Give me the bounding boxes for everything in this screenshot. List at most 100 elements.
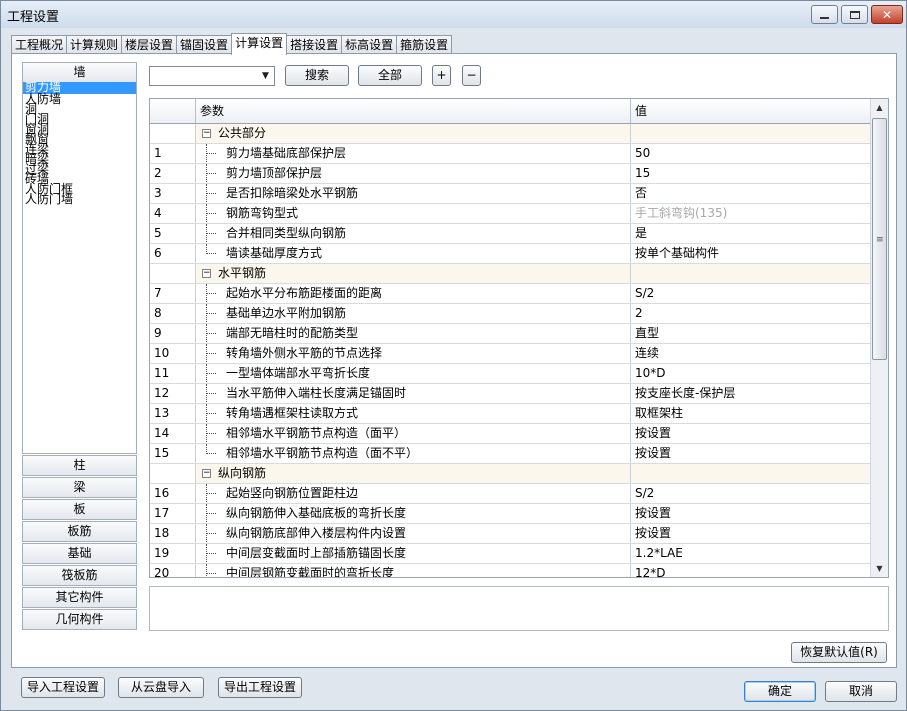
export-settings-button[interactable]: 导出工程设置 xyxy=(218,677,302,698)
table-row[interactable]: 2 剪力墙顶部保护层 15 xyxy=(150,164,870,184)
table-row[interactable]: 17 纵向钢筋伸入基础底板的弯折长度 按设置 xyxy=(150,504,870,524)
scroll-up-icon[interactable]: ▲ xyxy=(871,99,888,116)
table-row[interactable]: 15 相邻墙水平钢筋节点构造（面不平） 按设置 xyxy=(150,444,870,464)
collapse-icon[interactable]: − xyxy=(202,129,211,138)
table-row[interactable]: 12 当水平筋伸入端柱长度满足锚固时 按支座长度-保护层 xyxy=(150,384,870,404)
value-cell[interactable]: 按设置 xyxy=(631,444,870,463)
value-cell[interactable]: 连续 xyxy=(631,344,870,363)
collapse-all-button[interactable]: − xyxy=(462,65,481,86)
value-cell[interactable]: 否 xyxy=(631,184,870,203)
value-cell[interactable]: 按设置 xyxy=(631,524,870,543)
value-cell[interactable]: S/2 xyxy=(631,484,870,503)
value-cell[interactable]: 手工斜弯钩(135) xyxy=(631,204,870,223)
tree-line xyxy=(206,353,216,354)
scrollbar-thumb[interactable]: ≡ xyxy=(872,118,887,360)
header-param[interactable]: 参数 xyxy=(196,99,631,123)
row-number: 11 xyxy=(150,364,196,383)
category-button[interactable]: 梁 xyxy=(22,477,137,498)
table-row[interactable]: 16 起始竖向钢筋位置距柱边 S/2 xyxy=(150,484,870,504)
import-settings-button[interactable]: 导入工程设置 xyxy=(21,677,105,698)
table-row[interactable]: 20 中间层钢筋变截面时的弯折长度 12*D xyxy=(150,564,870,577)
value-cell[interactable]: 12*D xyxy=(631,564,870,577)
tab-6[interactable]: 标高设置 xyxy=(341,35,398,55)
group-row[interactable]: − 公共部分 xyxy=(150,124,870,144)
tab-5[interactable]: 搭接设置 xyxy=(286,35,343,55)
table-row[interactable]: 19 中间层变截面时上部插筋锚固长度 1.2*LAE xyxy=(150,544,870,564)
tree-line xyxy=(206,333,216,334)
tab-7[interactable]: 箍筋设置 xyxy=(396,35,453,55)
table-row[interactable]: 18 纵向钢筋底部伸入楼层构件内设置 按设置 xyxy=(150,524,870,544)
table-row[interactable]: 7 起始水平分布筋距楼面的距离 S/2 xyxy=(150,284,870,304)
tree-line xyxy=(206,213,216,214)
group-row[interactable]: − 水平钢筋 xyxy=(150,264,870,284)
category-header-wall[interactable]: 墙 xyxy=(22,62,137,83)
value-cell[interactable]: 15 xyxy=(631,164,870,183)
grid-scrollbar[interactable]: ▲ ≡ ▼ xyxy=(870,99,888,577)
cloud-import-button[interactable]: 从云盘导入 xyxy=(118,677,204,698)
param-cell: 墙读基础厚度方式 xyxy=(196,244,631,263)
search-button[interactable]: 搜索 xyxy=(285,65,349,86)
title-bar[interactable]: 工程设置 ✕ xyxy=(1,1,906,28)
close-button[interactable]: ✕ xyxy=(871,5,903,24)
tab-0[interactable]: 工程概况 xyxy=(11,35,68,55)
row-number: 14 xyxy=(150,424,196,443)
value-cell[interactable]: S/2 xyxy=(631,284,870,303)
wall-subcategory-list[interactable]: 剪力墙 人防墙洞门洞 窗洞 飘窗 连梁 暗梁 过梁 砖墙 人防门框 人防门墙 xyxy=(22,82,137,454)
value-cell[interactable]: 按支座长度-保护层 xyxy=(631,384,870,403)
subcategory-item[interactable]: 人防墙 xyxy=(23,93,136,105)
value-cell xyxy=(631,464,870,483)
value-cell[interactable]: 取框架柱 xyxy=(631,404,870,423)
tree-line xyxy=(206,573,216,574)
category-button[interactable]: 柱 xyxy=(22,455,137,476)
category-button[interactable]: 板筋 xyxy=(22,521,137,542)
chevron-down-icon[interactable]: ▼ xyxy=(258,68,273,84)
collapse-icon[interactable]: − xyxy=(202,469,211,478)
value-cell[interactable]: 10*D xyxy=(631,364,870,383)
scroll-down-icon[interactable]: ▼ xyxy=(871,560,888,577)
group-row[interactable]: − 纵向钢筋 xyxy=(150,464,870,484)
category-button[interactable]: 其它构件 xyxy=(22,587,137,608)
table-row[interactable]: 9 端部无暗柱时的配筋类型 直型 xyxy=(150,324,870,344)
maximize-button[interactable] xyxy=(841,5,868,24)
category-button[interactable]: 基础 xyxy=(22,543,137,564)
ok-button[interactable]: 确定 xyxy=(744,681,816,702)
value-cell[interactable]: 按设置 xyxy=(631,504,870,523)
header-value[interactable]: 值 xyxy=(631,99,870,123)
minimize-button[interactable] xyxy=(811,5,838,24)
table-row[interactable]: 5 合并相同类型纵向钢筋 是 xyxy=(150,224,870,244)
filter-combo[interactable]: ▼ xyxy=(149,66,275,86)
value-cell[interactable]: 2 xyxy=(631,304,870,323)
show-all-button[interactable]: 全部 xyxy=(358,65,422,86)
expand-all-button[interactable]: + xyxy=(432,65,451,86)
value-cell[interactable]: 按设置 xyxy=(631,424,870,443)
param-label: 剪力墙顶部保护层 xyxy=(226,166,323,180)
param-cell: − 水平钢筋 xyxy=(196,264,631,283)
value-cell[interactable]: 50 xyxy=(631,144,870,163)
tab-4[interactable]: 计算设置 xyxy=(231,33,288,55)
table-row[interactable]: 1 剪力墙基础底部保护层 50 xyxy=(150,144,870,164)
table-row[interactable]: 4 钢筋弯钩型式 手工斜弯钩(135) xyxy=(150,204,870,224)
table-row[interactable]: 11 一型墙体端部水平弯折长度 10*D xyxy=(150,364,870,384)
table-row[interactable]: 8 基础单边水平附加钢筋 2 xyxy=(150,304,870,324)
cancel-button[interactable]: 取消 xyxy=(825,681,897,702)
value-cell[interactable]: 直型 xyxy=(631,324,870,343)
table-row[interactable]: 6 墙读基础厚度方式 按单个基础构件 xyxy=(150,244,870,264)
category-button[interactable]: 板 xyxy=(22,499,137,520)
category-button[interactable]: 筏板筋 xyxy=(22,565,137,586)
table-row[interactable]: 3 是否扣除暗梁处水平钢筋 否 xyxy=(150,184,870,204)
tab-1[interactable]: 计算规则 xyxy=(66,35,123,55)
value-cell[interactable]: 1.2*LAE xyxy=(631,544,870,563)
param-label: 相邻墙水平钢筋节点构造（面平） xyxy=(226,426,407,440)
table-row[interactable]: 13 转角墙遇框架柱读取方式 取框架柱 xyxy=(150,404,870,424)
param-label: 端部无暗柱时的配筋类型 xyxy=(226,326,359,340)
table-row[interactable]: 10 转角墙外侧水平筋的节点选择 连续 xyxy=(150,344,870,364)
tab-3[interactable]: 锚固设置 xyxy=(176,35,233,55)
value-cell[interactable]: 是 xyxy=(631,224,870,243)
table-row[interactable]: 14 相邻墙水平钢筋节点构造（面平） 按设置 xyxy=(150,424,870,444)
category-button[interactable]: 几何构件 xyxy=(22,609,137,630)
collapse-icon[interactable]: − xyxy=(202,269,211,278)
subcategory-item[interactable]: 人防门墙 xyxy=(23,193,136,205)
restore-defaults-button[interactable]: 恢复默认值(R) xyxy=(791,642,887,663)
value-cell[interactable]: 按单个基础构件 xyxy=(631,244,870,263)
tab-2[interactable]: 楼层设置 xyxy=(121,35,178,55)
